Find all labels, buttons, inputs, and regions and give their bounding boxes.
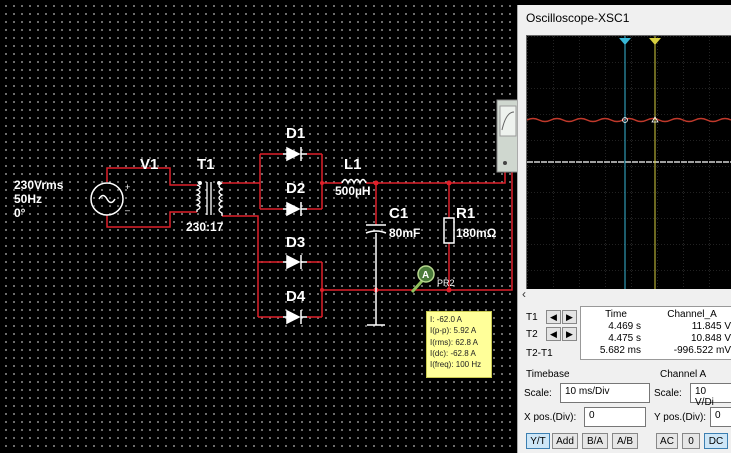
dc-coupling-button[interactable]: DC [704,433,728,449]
oscilloscope-xsc1-icon[interactable] [496,99,520,173]
source-amplitude-label: 230Vrms [14,178,64,192]
channel-a-group-label: Channel A [660,369,707,380]
timebase-xpos-label: X pos.(Div): [524,412,577,423]
capacitor-value-label: 80mF [389,226,421,240]
time-header: Time [605,309,627,320]
t1-channel-a-value: 11.845 V [691,321,731,332]
timebase-scale-field[interactable]: 10 ms/Div [560,383,650,403]
timebase-scale-label: Scale: [524,388,552,399]
oscilloscope-window[interactable]: Oscilloscope-XSC1 ‹ T1 ◀ ▶ T2 ◀ ▶ T2-T1 … [517,5,731,453]
add-mode-button[interactable]: Add [552,433,578,449]
probe-reading-dc: I(dc): -62.8 A [430,348,476,358]
t2-right-button[interactable]: ▶ [562,327,577,341]
channel-a-scale-field[interactable]: 10 V/Di [690,383,731,408]
source-phase-label: 0° [14,206,26,220]
channel-a-ypos-field[interactable]: 0 [710,407,731,427]
resistor-ref-label: R1 [456,205,476,222]
measurement-table: Time Channel_A 4.469 s 11.845 V 4.475 s … [580,306,731,360]
t1-time-value: 4.469 s [608,321,641,332]
ab-mode-button[interactable]: A/B [612,433,638,449]
channel-a-ypos-label: Y pos.(Div): [654,412,707,423]
capacitor-c1-symbol[interactable] [365,224,387,326]
resistor-value-label: 180mΩ [456,226,497,240]
probe-reading-pp: I(p-p): 5.92 A [430,326,477,336]
inductor-value-label: 500µH [335,184,371,198]
probe-reading-current: I: -62.0 A [430,315,463,324]
ac-source-v1-symbol[interactable] [90,182,124,216]
diode-d3-label: D3 [286,234,306,251]
capacitor-ref-label: C1 [389,205,409,222]
channel-a-scale-label: Scale: [654,388,682,399]
svg-text:–: – [125,205,130,215]
t2-t1-label: T2-T1 [526,348,553,359]
transformer-ratio-label: 230:17 [186,220,224,234]
resistor-r1-symbol[interactable] [443,217,455,244]
probe-name-label: PR2 [437,278,455,288]
source-frequency-label: 50Hz [14,192,43,206]
source-ref-label: V1 [140,156,159,173]
svg-text:+: + [125,182,130,192]
scroll-left-arrow[interactable]: ‹ [522,287,526,301]
diode-d4-label: D4 [286,288,306,305]
ac-coupling-button[interactable]: AC [656,433,678,449]
t2-left-button[interactable]: ◀ [546,327,561,341]
wires [106,153,513,318]
yt-mode-button[interactable]: Y/T [526,433,550,449]
inductor-l1-symbol[interactable] [341,178,367,185]
t2-label: T2 [526,329,538,340]
timebase-group-label: Timebase [526,369,570,380]
transformer-t1-symbol[interactable] [195,181,224,216]
timebase-xpos-field[interactable]: 0 [584,407,646,427]
t1-left-button[interactable]: ◀ [546,310,561,324]
t1-right-button[interactable]: ▶ [562,310,577,324]
t2-t1-time-value: 5.682 ms [599,345,641,356]
diode-d1-label: D1 [286,125,306,142]
channel-a-header: Channel_A [667,309,717,320]
zero-coupling-button[interactable]: 0 [682,433,700,449]
t2-time-value: 4.475 s [608,333,641,344]
ba-mode-button[interactable]: B/A [582,433,608,449]
t2-t1-channel-a-value: -996.522 mV [673,345,731,356]
transformer-ref-label: T1 [197,156,215,173]
probe-reading-freq: I(freq): 100 Hz [430,360,482,370]
diode-d2-label: D2 [286,180,306,197]
t2-channel-a-value: 10.848 V [690,333,731,344]
t1-label: T1 [526,312,538,323]
probe-readout-tooltip: I: -62.0 A I(p-p): 5.92 A I(rms): 62.8 A… [426,311,492,378]
screen-scrollbar[interactable]: ‹ [518,287,731,303]
oscilloscope-screen[interactable] [526,35,731,291]
inductor-ref-label: L1 [344,156,362,173]
oscilloscope-title: Oscilloscope-XSC1 [526,11,630,25]
probe-glyph: A [422,270,429,281]
probe-reading-rms: I(rms): 62.8 A [430,337,479,347]
